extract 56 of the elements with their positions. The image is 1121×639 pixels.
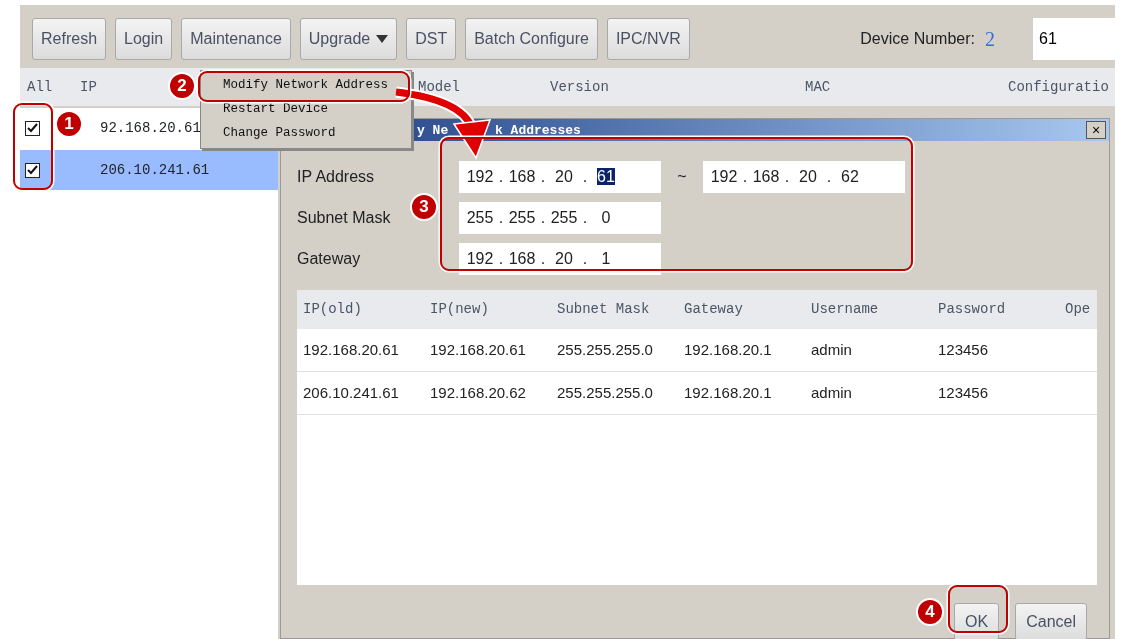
table-cell-text: 192.168.20.1 (683, 382, 773, 403)
menu-item[interactable]: Change Password (201, 121, 411, 146)
table-cell-text: 192.168.20.1 (683, 339, 773, 360)
search-field[interactable]: 61 (1033, 18, 1115, 60)
field-label: Subnet Mask (297, 207, 392, 228)
checkbox[interactable] (25, 162, 40, 178)
table-cell-text: 192.168.20.61 (302, 339, 400, 360)
ip-text: 206.10.241.61 (100, 160, 210, 180)
upgrade-dropdown-button[interactable]: Upgrade (299, 18, 398, 60)
ip-field[interactable]: 192 . 168 . 20 . 1 (459, 242, 661, 275)
ip-field[interactable]: 255 . 255 . 255 . 0 (459, 201, 661, 234)
device-number-count: 2 (985, 27, 995, 52)
toolbar-button[interactable]: IPC/NVR (606, 18, 690, 60)
column-header[interactable]: Username (805, 299, 932, 320)
column-header[interactable]: IP(old) (297, 299, 424, 320)
table-cell-text: 255.255.255.0 (556, 339, 654, 360)
toolbar-button[interactable]: Refresh (32, 18, 107, 60)
table-cell-text: 123456 (937, 339, 990, 360)
ip-field[interactable]: 192 . 168 . 20 . 62 (703, 160, 905, 193)
toolbar-button[interactable]: DST (406, 18, 457, 60)
table-cell-text: 192.168.20.61 (429, 339, 527, 360)
ip-text: 92.168.20.61 (100, 118, 201, 138)
range-separator: ~ (676, 166, 688, 187)
ip-field[interactable]: 192 . 168 . 20 . 61 (459, 160, 661, 193)
device-number-label: Device Number: (860, 29, 975, 49)
column-header[interactable]: Version (550, 76, 805, 98)
device-row[interactable]: 206.10.241.61 (20, 150, 278, 190)
table-cell-text: 123456 (937, 382, 990, 403)
field-label: IP Address (297, 166, 376, 187)
highlight-outline (948, 585, 1008, 633)
column-header[interactable]: Model (418, 76, 550, 98)
table-cell-text: admin (810, 339, 853, 360)
column-header[interactable]: All (27, 76, 80, 98)
column-header[interactable]: Configuratio (1008, 76, 1115, 98)
table-cell-text: 206.10.241.61 (302, 382, 400, 403)
toolbar-button[interactable]: Batch Configure (465, 18, 598, 60)
field-label: Gateway (297, 248, 362, 269)
checkbox[interactable] (25, 120, 40, 136)
menu-item[interactable]: Modify Network Address (201, 74, 411, 98)
column-header[interactable]: Password (932, 299, 1059, 320)
caret-icon (376, 35, 389, 43)
column-header[interactable]: IP(new) (424, 299, 551, 320)
menu-item[interactable]: Restart Device (201, 97, 411, 122)
column-header[interactable]: Ope (1059, 299, 1097, 320)
column-header[interactable]: Subnet Mask (551, 299, 678, 320)
dialog-button[interactable]: Cancel (1015, 603, 1087, 639)
dialog-title: k Addresses (495, 122, 581, 140)
toolbar-button[interactable]: Login (115, 18, 173, 60)
table-cell-text: 255.255.255.0 (556, 382, 654, 403)
table-cell-text: 192.168.20.62 (429, 382, 527, 403)
toolbar-button[interactable]: Maintenance (181, 18, 291, 60)
column-header[interactable]: Gateway (678, 299, 805, 320)
column-header[interactable]: MAC (805, 76, 1008, 98)
dialog-title: y Ne (417, 122, 449, 140)
close-button[interactable]: × (1086, 121, 1106, 139)
table-cell-text: admin (810, 382, 853, 403)
